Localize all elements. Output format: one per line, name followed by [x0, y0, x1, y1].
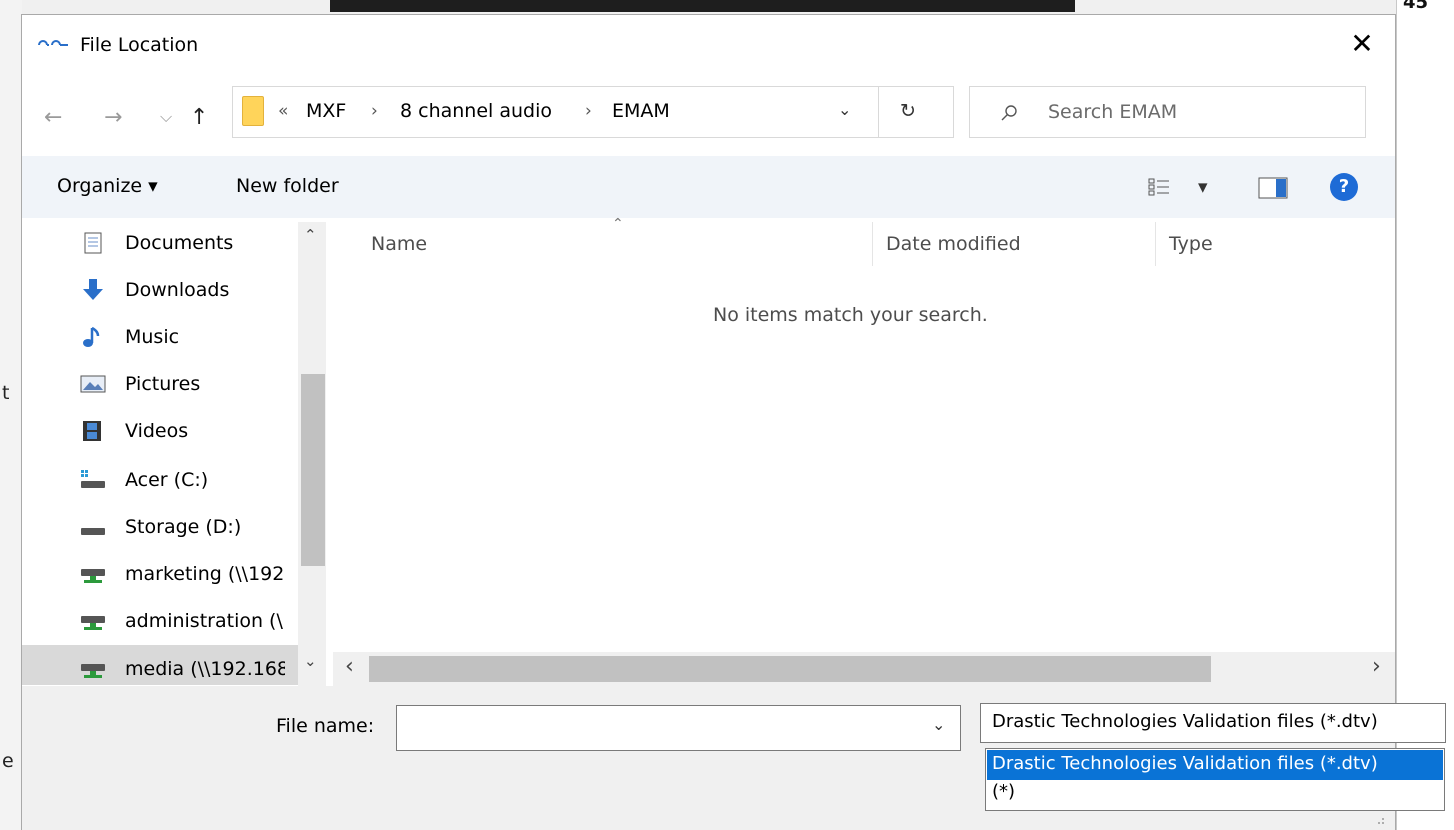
background-app-bar — [330, 0, 1075, 12]
nav-item-label: administration (\ — [125, 610, 283, 632]
breadcrumb-separator[interactable]: › — [371, 101, 378, 121]
refresh-button[interactable]: ↻ — [900, 100, 916, 122]
column-header-date-modified[interactable]: Date modified — [886, 233, 1021, 255]
downloads-icon — [83, 279, 103, 300]
folder-icon — [242, 96, 264, 126]
column-header-type[interactable]: Type — [1169, 233, 1213, 255]
nav-item-downloads[interactable]: Downloads — [80, 267, 300, 313]
view-options-icon[interactable] — [1148, 178, 1170, 196]
background-number: 45 — [1403, 0, 1429, 13]
file-name-label: File name: — [276, 715, 375, 737]
organize-button[interactable]: Organize ▾ — [57, 175, 158, 197]
scroll-left-button[interactable]: ‹ — [345, 654, 354, 679]
breadcrumb-overflow[interactable]: « — [278, 101, 288, 121]
breadcrumb-8-channel-audio[interactable]: 8 channel audio — [400, 100, 552, 122]
help-button[interactable]: ? — [1330, 173, 1358, 201]
network-drive-icon — [81, 569, 105, 583]
breadcrumb-emam[interactable]: EMAM — [612, 100, 670, 122]
toolbar — [22, 156, 1395, 218]
empty-message: No items match your search. — [713, 304, 988, 326]
column-header-name[interactable]: Name — [371, 233, 427, 255]
network-drive-icon — [81, 616, 105, 630]
address-divider — [878, 87, 879, 137]
address-dropdown-button[interactable]: ⌄ — [838, 100, 851, 119]
file-name-input[interactable] — [396, 705, 961, 751]
preview-pane-icon[interactable] — [1258, 177, 1288, 199]
nav-item-label: Music — [125, 326, 180, 348]
nav-item-label: marketing (\\192 — [125, 563, 285, 585]
background-app-left — [0, 0, 22, 830]
horizontal-scrollbar-thumb[interactable] — [369, 656, 1211, 682]
documents-icon — [84, 232, 102, 254]
videos-icon — [83, 421, 101, 441]
nav-item-label: Acer (C:) — [125, 469, 209, 491]
breadcrumb-separator[interactable]: › — [585, 101, 592, 121]
nav-item-label: Videos — [125, 420, 189, 442]
nav-item-storage-d[interactable]: Storage (D:) — [80, 504, 300, 550]
nav-scrollbar-thumb[interactable] — [301, 374, 325, 566]
new-folder-button[interactable]: New folder — [236, 175, 339, 197]
file-name-dropdown-button[interactable]: ⌄ — [932, 715, 945, 734]
dialog-title: File Location — [80, 34, 199, 56]
file-type-option-dtv[interactable]: Drastic Technologies Validation files (*… — [992, 753, 1378, 774]
close-button[interactable]: ✕ — [1344, 26, 1380, 62]
drive-icon — [81, 528, 105, 535]
view-dropdown-button[interactable]: ▾ — [1198, 176, 1208, 198]
search-placeholder: Search EMAM — [1048, 101, 1178, 123]
column-divider[interactable] — [872, 222, 873, 266]
back-button[interactable]: ← — [44, 103, 62, 133]
nav-item-label: media (\\192.168 — [125, 658, 285, 680]
sort-indicator-icon: ⌃ — [612, 216, 624, 232]
nav-item-label: Pictures — [125, 373, 201, 395]
file-list — [333, 218, 1395, 686]
music-icon — [83, 326, 100, 347]
nav-item-music[interactable]: Music — [80, 314, 300, 360]
search-icon — [1001, 105, 1017, 121]
scroll-right-button[interactable]: › — [1372, 654, 1381, 679]
recent-locations-button[interactable]: ⌵ — [160, 102, 172, 132]
pictures-icon — [80, 375, 106, 393]
nav-scroll-down-button[interactable]: ⌄ — [304, 652, 317, 670]
forward-button[interactable]: → — [104, 103, 122, 133]
nav-item-label: Documents — [125, 232, 234, 254]
up-button[interactable]: ↑ — [190, 103, 208, 133]
nav-item-documents[interactable]: Documents — [80, 220, 300, 266]
nav-item-administration[interactable]: administration (\ — [80, 598, 300, 644]
nav-scroll-up-button[interactable]: ⌃ — [304, 226, 317, 244]
nav-item-acer-c[interactable]: Acer (C:) — [80, 457, 300, 503]
nav-item-marketing[interactable]: marketing (\\192 — [80, 551, 300, 597]
breadcrumb-mxf[interactable]: MXF — [306, 100, 346, 122]
file-type-option-all[interactable]: (*) — [992, 781, 1015, 802]
column-divider[interactable] — [1155, 222, 1156, 266]
resize-grip-icon[interactable] — [1372, 812, 1386, 826]
drive-c-icon — [81, 470, 105, 488]
app-logo-icon — [38, 40, 68, 46]
background-text-fragment: e — [2, 750, 14, 772]
nav-item-videos[interactable]: Videos — [80, 408, 300, 454]
nav-item-label: Storage (D:) — [125, 516, 242, 538]
background-text-fragment: t — [2, 382, 10, 404]
file-type-selected: Drastic Technologies Validation files (*… — [992, 711, 1378, 732]
network-drive-icon — [81, 664, 105, 678]
nav-item-pictures[interactable]: Pictures — [80, 361, 300, 407]
nav-item-label: Downloads — [125, 279, 230, 301]
